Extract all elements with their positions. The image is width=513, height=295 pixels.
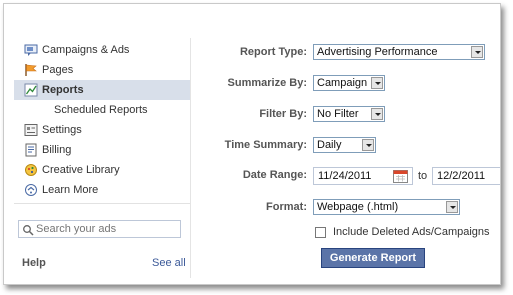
reports-panel: Campaigns & Ads Pages Reports Scheduled … (3, 3, 501, 285)
sidebar-item-label: Billing (42, 144, 72, 156)
sidebar-divider (14, 203, 190, 204)
format-label: Format: (266, 201, 307, 213)
sidebar-item-scheduled-reports[interactable]: Scheduled Reports (14, 100, 190, 120)
sidebar-item-label: Scheduled Reports (54, 104, 148, 116)
chart-icon (24, 83, 38, 97)
learn-more-icon (25, 184, 37, 196)
include-deleted-checkbox[interactable] (315, 227, 326, 238)
creative-library-icon (25, 164, 37, 176)
sidebar-item-settings[interactable]: Settings (14, 120, 190, 140)
filter-by-value: No Filter (317, 108, 359, 120)
sidebar-vertical-divider (190, 38, 191, 278)
time-summary-select[interactable]: Daily (313, 137, 376, 153)
summarize-by-label: Summarize By: (227, 77, 307, 89)
search-icon (23, 225, 34, 236)
chevron-down-icon (371, 77, 383, 89)
include-deleted-label[interactable]: Include Deleted Ads/Campaigns (333, 226, 490, 238)
report-type-select[interactable]: Advertising Performance (313, 44, 485, 60)
summarize-by-select[interactable]: Campaign (313, 75, 385, 91)
search-ads-box[interactable] (18, 220, 181, 238)
calendar-icon[interactable] (393, 169, 408, 183)
flag-icon (25, 64, 37, 76)
sidebar-item-creative-library[interactable]: Creative Library (14, 160, 190, 180)
search-input[interactable] (36, 222, 176, 236)
report-type-value: Advertising Performance (317, 46, 438, 58)
start-date-value: 11/24/2011 (318, 170, 372, 182)
settings-icon (24, 124, 38, 136)
sidebar-item-campaigns-ads[interactable]: Campaigns & Ads (14, 40, 190, 60)
format-value: Webpage (.html) (317, 201, 399, 213)
sidebar-item-label: Settings (42, 124, 82, 136)
sidebar-nav: Campaigns & Ads Pages Reports Scheduled … (14, 40, 190, 200)
billing-icon (25, 143, 37, 157)
sidebar-item-pages[interactable]: Pages (14, 60, 190, 80)
help-heading: Help (22, 257, 46, 269)
campaigns-icon (24, 44, 38, 56)
see-all-link[interactable]: See all (152, 257, 186, 269)
chevron-down-icon (446, 201, 458, 213)
filter-by-select[interactable]: No Filter (313, 106, 385, 122)
sidebar-item-learn-more[interactable]: Learn More (14, 180, 190, 200)
date-range-to-label: to (418, 170, 428, 182)
sidebar-item-reports[interactable]: Reports (14, 80, 190, 100)
time-summary-value: Daily (317, 139, 342, 151)
chevron-down-icon (371, 108, 383, 120)
sidebar-item-label: Reports (42, 84, 84, 96)
generate-report-button[interactable]: Generate Report (321, 248, 425, 268)
sidebar-item-label: Pages (42, 64, 74, 76)
chevron-down-icon (471, 46, 483, 58)
chevron-down-icon (362, 139, 374, 151)
filter-by-label: Filter By: (259, 108, 307, 120)
sidebar-item-label: Creative Library (42, 164, 120, 176)
sidebar-item-label: Learn More (42, 184, 99, 196)
date-range-label: Date Range: (242, 169, 307, 181)
format-select[interactable]: Webpage (.html) (313, 199, 460, 215)
time-summary-label: Time Summary: (224, 139, 307, 151)
sidebar-item-billing[interactable]: Billing (14, 140, 190, 160)
sidebar-item-label: Campaigns & Ads (42, 44, 130, 56)
summarize-by-value: Campaign (317, 77, 368, 89)
report-type-label: Report Type: (239, 46, 307, 58)
end-date-value: 12/2/2011 (437, 170, 486, 182)
end-date-input[interactable]: 12/2/2011 (432, 167, 500, 185)
